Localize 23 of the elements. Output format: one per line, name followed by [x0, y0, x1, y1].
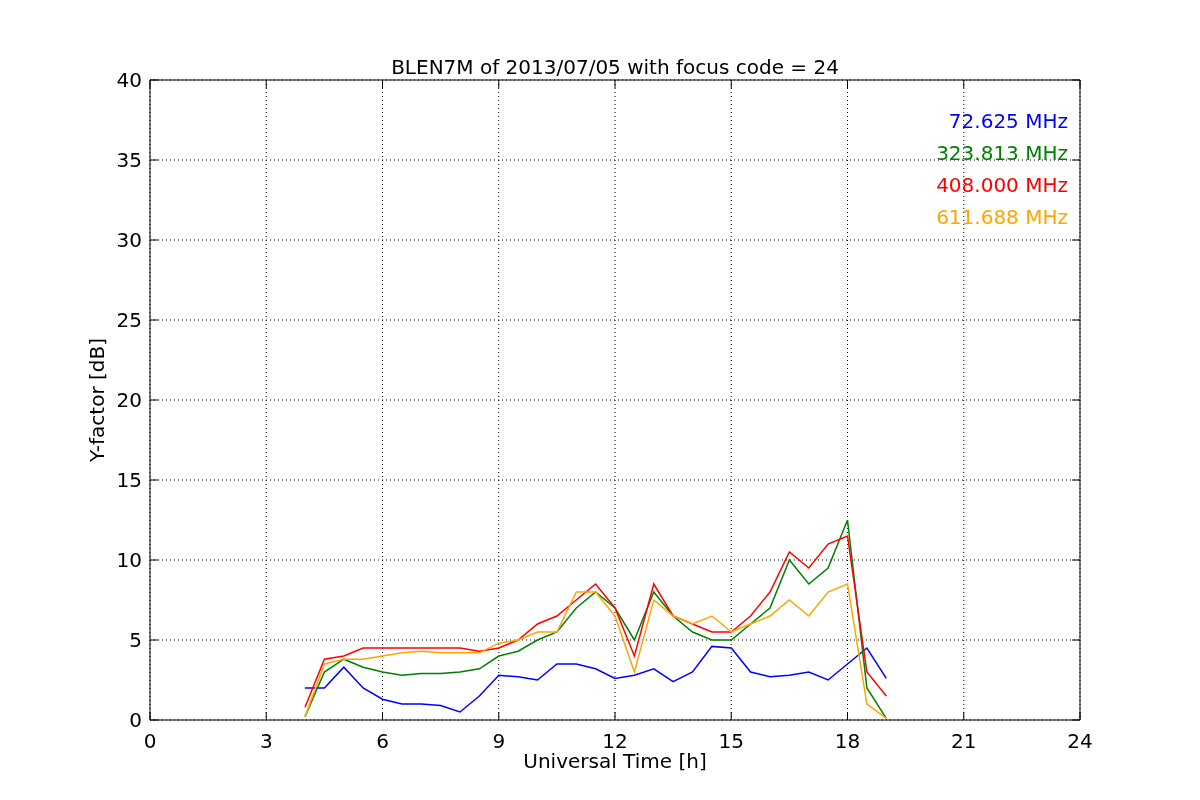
y-tick-label: 20: [116, 388, 142, 412]
x-tick-label: 9: [492, 729, 506, 753]
legend-label: 611.688 MHz: [936, 205, 1068, 229]
chart-title: BLEN7M of 2013/07/05 with focus code = 24: [391, 55, 839, 79]
legend-label: 323.813 MHz: [936, 141, 1068, 165]
x-tick-label: 18: [834, 729, 861, 753]
legend-label: 408.000 MHz: [936, 173, 1068, 197]
x-tick-label: 0: [143, 729, 157, 753]
x-tick-label: 24: [1067, 729, 1093, 753]
y-tick-label: 40: [116, 68, 142, 92]
y-tick-label: 0: [129, 708, 142, 732]
x-tick-label: 21: [951, 729, 977, 753]
y-tick-label: 5: [129, 628, 142, 652]
y-axis-label: Y-factor [dB]: [85, 338, 109, 462]
x-tick-label: 15: [718, 729, 744, 753]
x-tick-label: 6: [376, 729, 389, 753]
y-tick-label: 10: [116, 548, 142, 572]
y-tick-label: 30: [116, 228, 142, 252]
legend-label: 72.625 MHz: [948, 109, 1068, 133]
x-tick-label: 3: [259, 729, 273, 753]
y-tick-label: 35: [116, 148, 142, 172]
y-tick-label: 25: [116, 308, 142, 332]
y-tick-label: 15: [116, 468, 142, 492]
